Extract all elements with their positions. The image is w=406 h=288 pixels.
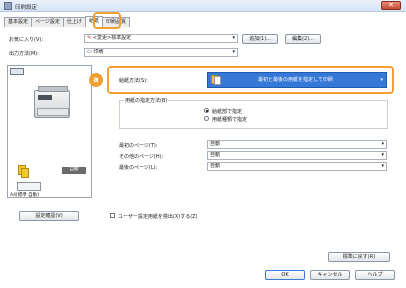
add-favorite-button[interactable]: 追加(1)... — [242, 34, 278, 44]
other-pages-label: その他のページ(H): — [119, 154, 164, 160]
preview-caption: A4[標準 自動] — [10, 193, 39, 198]
other-pages-select[interactable]: 自動 ▾ — [207, 151, 387, 160]
settings-check-button[interactable]: 設定確認(V) — [19, 211, 79, 221]
last-page-value: 自動 — [210, 163, 221, 169]
first-page-label: 最初のページ(T): — [119, 143, 158, 149]
output-method-select[interactable]: ▭ 印刷 ▾ — [84, 48, 238, 57]
last-page-select[interactable]: 自動 ▾ — [207, 162, 387, 171]
favorites-select[interactable]: ✎ <変更>標準設定 ▾ — [84, 34, 238, 43]
auto-badge: 自動 — [62, 167, 86, 174]
radio-by-tray-label: 給紙部で指定 — [212, 109, 243, 115]
first-page-value: 自動 — [210, 141, 221, 147]
pencil-icon: ✎ — [87, 35, 92, 41]
favorites-value: <変更>標準設定 — [92, 35, 132, 41]
printer-icon — [4, 2, 12, 10]
paper-tray-icon — [211, 75, 221, 85]
edit-favorite-button[interactable]: 編集(2)... — [285, 34, 321, 44]
custom-paper-checkbox[interactable] — [110, 213, 115, 218]
paper-source-select[interactable]: 最初と最後の用紙を指定して印刷 ▾ — [207, 72, 387, 88]
restore-defaults-button[interactable]: 標準に戻す(R) — [328, 252, 390, 262]
paper-source-value: 最初と最後の用紙を指定して印刷 — [258, 77, 333, 83]
radio-by-type-label: 用紙種類で指定 — [212, 117, 248, 123]
tab-basic[interactable]: 基本設定 — [4, 17, 33, 27]
close-button[interactable]: ✕ — [381, 1, 401, 10]
help-button[interactable]: ヘルプ — [355, 270, 395, 280]
window-title: 印刷設定 — [15, 5, 38, 11]
chevron-down-icon: ▾ — [381, 163, 384, 169]
paper-sheets-icon — [18, 165, 30, 179]
chevron-down-icon: ▾ — [232, 35, 235, 41]
ok-button[interactable]: OK — [265, 270, 305, 280]
radio-by-type[interactable] — [204, 116, 209, 121]
output-method-label: 出力方法(M): — [9, 51, 39, 57]
output-method-value: 印刷 — [93, 49, 104, 55]
tab-finishing[interactable]: 仕上げ — [62, 17, 86, 27]
other-pages-value: 自動 — [210, 152, 221, 158]
close-icon: ✕ — [388, 1, 394, 9]
chevron-down-icon: ▾ — [232, 49, 235, 55]
preview-pane: 自動 A4[標準 自動] — [7, 65, 92, 198]
preview-toggle-icon[interactable] — [10, 68, 24, 75]
radio-by-tray[interactable] — [204, 108, 209, 113]
tab-page-setup[interactable]: ページ設定 — [31, 17, 64, 27]
custom-paper-checkbox-label: ユーザー設定用紙を検出(X)する(Z) — [118, 214, 198, 220]
tab-highlight — [93, 12, 121, 29]
printer-icon: ▭ — [87, 49, 92, 55]
favorites-label: お気に入り(V): — [9, 37, 44, 43]
cancel-button[interactable]: キャンセル — [310, 270, 350, 280]
printer-image — [34, 86, 70, 118]
paper-spec-group — [119, 100, 388, 129]
last-page-label: 最後のページ(L): — [119, 165, 158, 171]
chevron-down-icon: ▾ — [381, 152, 384, 158]
paper-source-label: 給紙方法(S): — [119, 78, 148, 84]
chevron-down-icon: ▾ — [380, 77, 383, 83]
paper-spec-label: 用紙の指定方法(B) — [124, 97, 169, 104]
chevron-down-icon: ▾ — [381, 141, 384, 147]
orientation-icon — [17, 182, 41, 191]
title-bar: 印刷設定 ✕ — [0, 0, 406, 12]
callout-badge: a — [89, 73, 103, 87]
first-page-select[interactable]: 自動 ▾ — [207, 140, 387, 149]
